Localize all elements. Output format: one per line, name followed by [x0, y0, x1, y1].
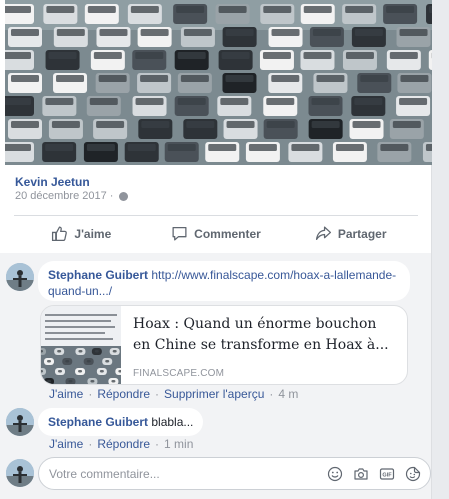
- like-icon: [52, 226, 68, 242]
- preview-domain: FINALSCAPE.COM: [133, 368, 225, 379]
- like-button[interactable]: J'aime: [14, 216, 149, 251]
- comment-bubble: Stephane Guibert http://www.finalscape.c…: [38, 261, 410, 301]
- comment-time[interactable]: 4 m: [278, 387, 298, 401]
- traffic-jam-image: [5, 0, 432, 165]
- comment-like-link[interactable]: J'aime: [49, 387, 83, 401]
- post-date-row: 20 décembre 2017 ·: [15, 190, 129, 202]
- post-date[interactable]: 20 décembre 2017 ·: [15, 190, 113, 202]
- comment-author[interactable]: Stephane Guibert: [48, 415, 148, 429]
- comment-text: blabla...: [151, 415, 194, 429]
- comment-button[interactable]: Commenter: [149, 216, 284, 251]
- comment-composer: GIF: [38, 457, 431, 490]
- comment-time[interactable]: 1 min: [164, 437, 193, 451]
- gif-icon[interactable]: GIF: [378, 465, 396, 483]
- comment-label: Commenter: [194, 226, 261, 241]
- share-icon: [315, 226, 331, 240]
- avatar[interactable]: [6, 408, 34, 436]
- globe-icon: [119, 191, 129, 201]
- comment-reply-link[interactable]: Répondre: [97, 387, 150, 401]
- like-label: J'aime: [74, 226, 112, 241]
- comment-reply-link[interactable]: Répondre: [97, 437, 150, 451]
- link-preview[interactable]: Hoax : Quand un énorme bouchon en Chine …: [40, 305, 408, 385]
- post-author[interactable]: Kevin Jeetun: [15, 175, 90, 189]
- preview-thumbnail: [41, 306, 126, 384]
- comment-icon: [172, 227, 187, 241]
- avatar-image: [6, 263, 34, 291]
- comment-like-link[interactable]: J'aime: [49, 437, 83, 451]
- emoji-icon[interactable]: [326, 465, 344, 483]
- post-card: Kevin Jeetun 20 décembre 2017 · J'aime C…: [0, 0, 432, 253]
- post-actions: J'aime Commenter Partager: [14, 216, 418, 251]
- comment-author[interactable]: Stephane Guibert: [48, 268, 148, 282]
- avatar-image: [6, 408, 34, 436]
- avatar: [6, 459, 34, 487]
- preview-title: Hoax : Quand un énorme bouchon en Chine …: [133, 316, 389, 353]
- sticker-icon[interactable]: [404, 465, 422, 483]
- comment-input[interactable]: [49, 465, 319, 483]
- camera-icon[interactable]: [352, 465, 370, 483]
- comments-section: Stephane Guibert http://www.finalscape.c…: [0, 253, 432, 499]
- remove-preview-link[interactable]: Supprimer l'aperçu: [164, 387, 264, 401]
- share-button[interactable]: Partager: [283, 216, 418, 251]
- svg-text:GIF: GIF: [382, 473, 392, 479]
- avatar[interactable]: [6, 263, 34, 291]
- comment-meta: J'aime · Répondre · 1 min: [49, 437, 194, 451]
- composer-icons: GIF: [326, 465, 422, 483]
- comment-bubble: Stephane Guibert blabla...: [38, 408, 204, 436]
- post-photo[interactable]: [5, 0, 432, 165]
- comment-meta: J'aime · Répondre · Supprimer l'aperçu ·…: [49, 387, 299, 401]
- avatar-image: [6, 459, 34, 487]
- share-label: Partager: [337, 226, 387, 241]
